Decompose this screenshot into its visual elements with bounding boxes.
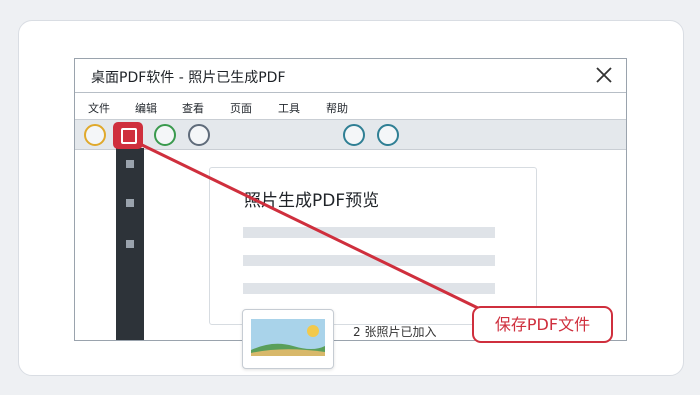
menu-tools[interactable]: 工具: [278, 100, 300, 116]
toolbar-gray-circle-icon[interactable]: [188, 124, 210, 146]
preview-title: 照片生成PDF预览: [244, 191, 380, 211]
sidebar-page-marker[interactable]: [126, 199, 134, 207]
save-icon: [121, 128, 137, 144]
toolbar-green-circle-icon[interactable]: [154, 124, 176, 146]
sidebar-page-marker[interactable]: [126, 240, 134, 248]
app-window: 桌面PDF软件 - 照片已生成PDF 文件 编辑 查看 页面 工具 帮助 照片生…: [74, 58, 627, 341]
menu-file[interactable]: 文件: [88, 100, 110, 116]
photo-thumbnail[interactable]: [242, 309, 334, 369]
pdf-preview-page: 照片生成PDF预览: [209, 167, 537, 325]
menu-page[interactable]: 页面: [230, 100, 252, 116]
menu-view[interactable]: 查看: [182, 100, 204, 116]
menu-help[interactable]: 帮助: [326, 100, 348, 116]
photo-count-status: 2 张照片已加入: [353, 325, 437, 339]
toolbar-teal-circle-icon-2[interactable]: [377, 124, 399, 146]
text-line-placeholder: [243, 255, 495, 266]
photo-thumbnail-icon: [251, 319, 325, 356]
text-line-placeholder: [243, 283, 495, 294]
menu-edit[interactable]: 编辑: [135, 100, 157, 116]
save-pdf-callout: 保存PDF文件: [472, 306, 613, 343]
sidebar-page-marker[interactable]: [126, 160, 134, 168]
save-pdf-button[interactable]: [113, 122, 143, 149]
toolbar-teal-circle-icon[interactable]: [343, 124, 365, 146]
close-icon[interactable]: [592, 63, 616, 87]
text-line-placeholder: [243, 227, 495, 238]
page-thumbnail-sidebar: [116, 148, 144, 340]
menu-bar: 文件 编辑 查看 页面 工具 帮助: [75, 93, 626, 118]
window-title: 桌面PDF软件 - 照片已生成PDF: [91, 70, 286, 86]
toolbar: [75, 119, 626, 150]
toolbar-yellow-circle-icon[interactable]: [84, 124, 106, 146]
title-bar: 桌面PDF软件 - 照片已生成PDF: [75, 59, 626, 93]
